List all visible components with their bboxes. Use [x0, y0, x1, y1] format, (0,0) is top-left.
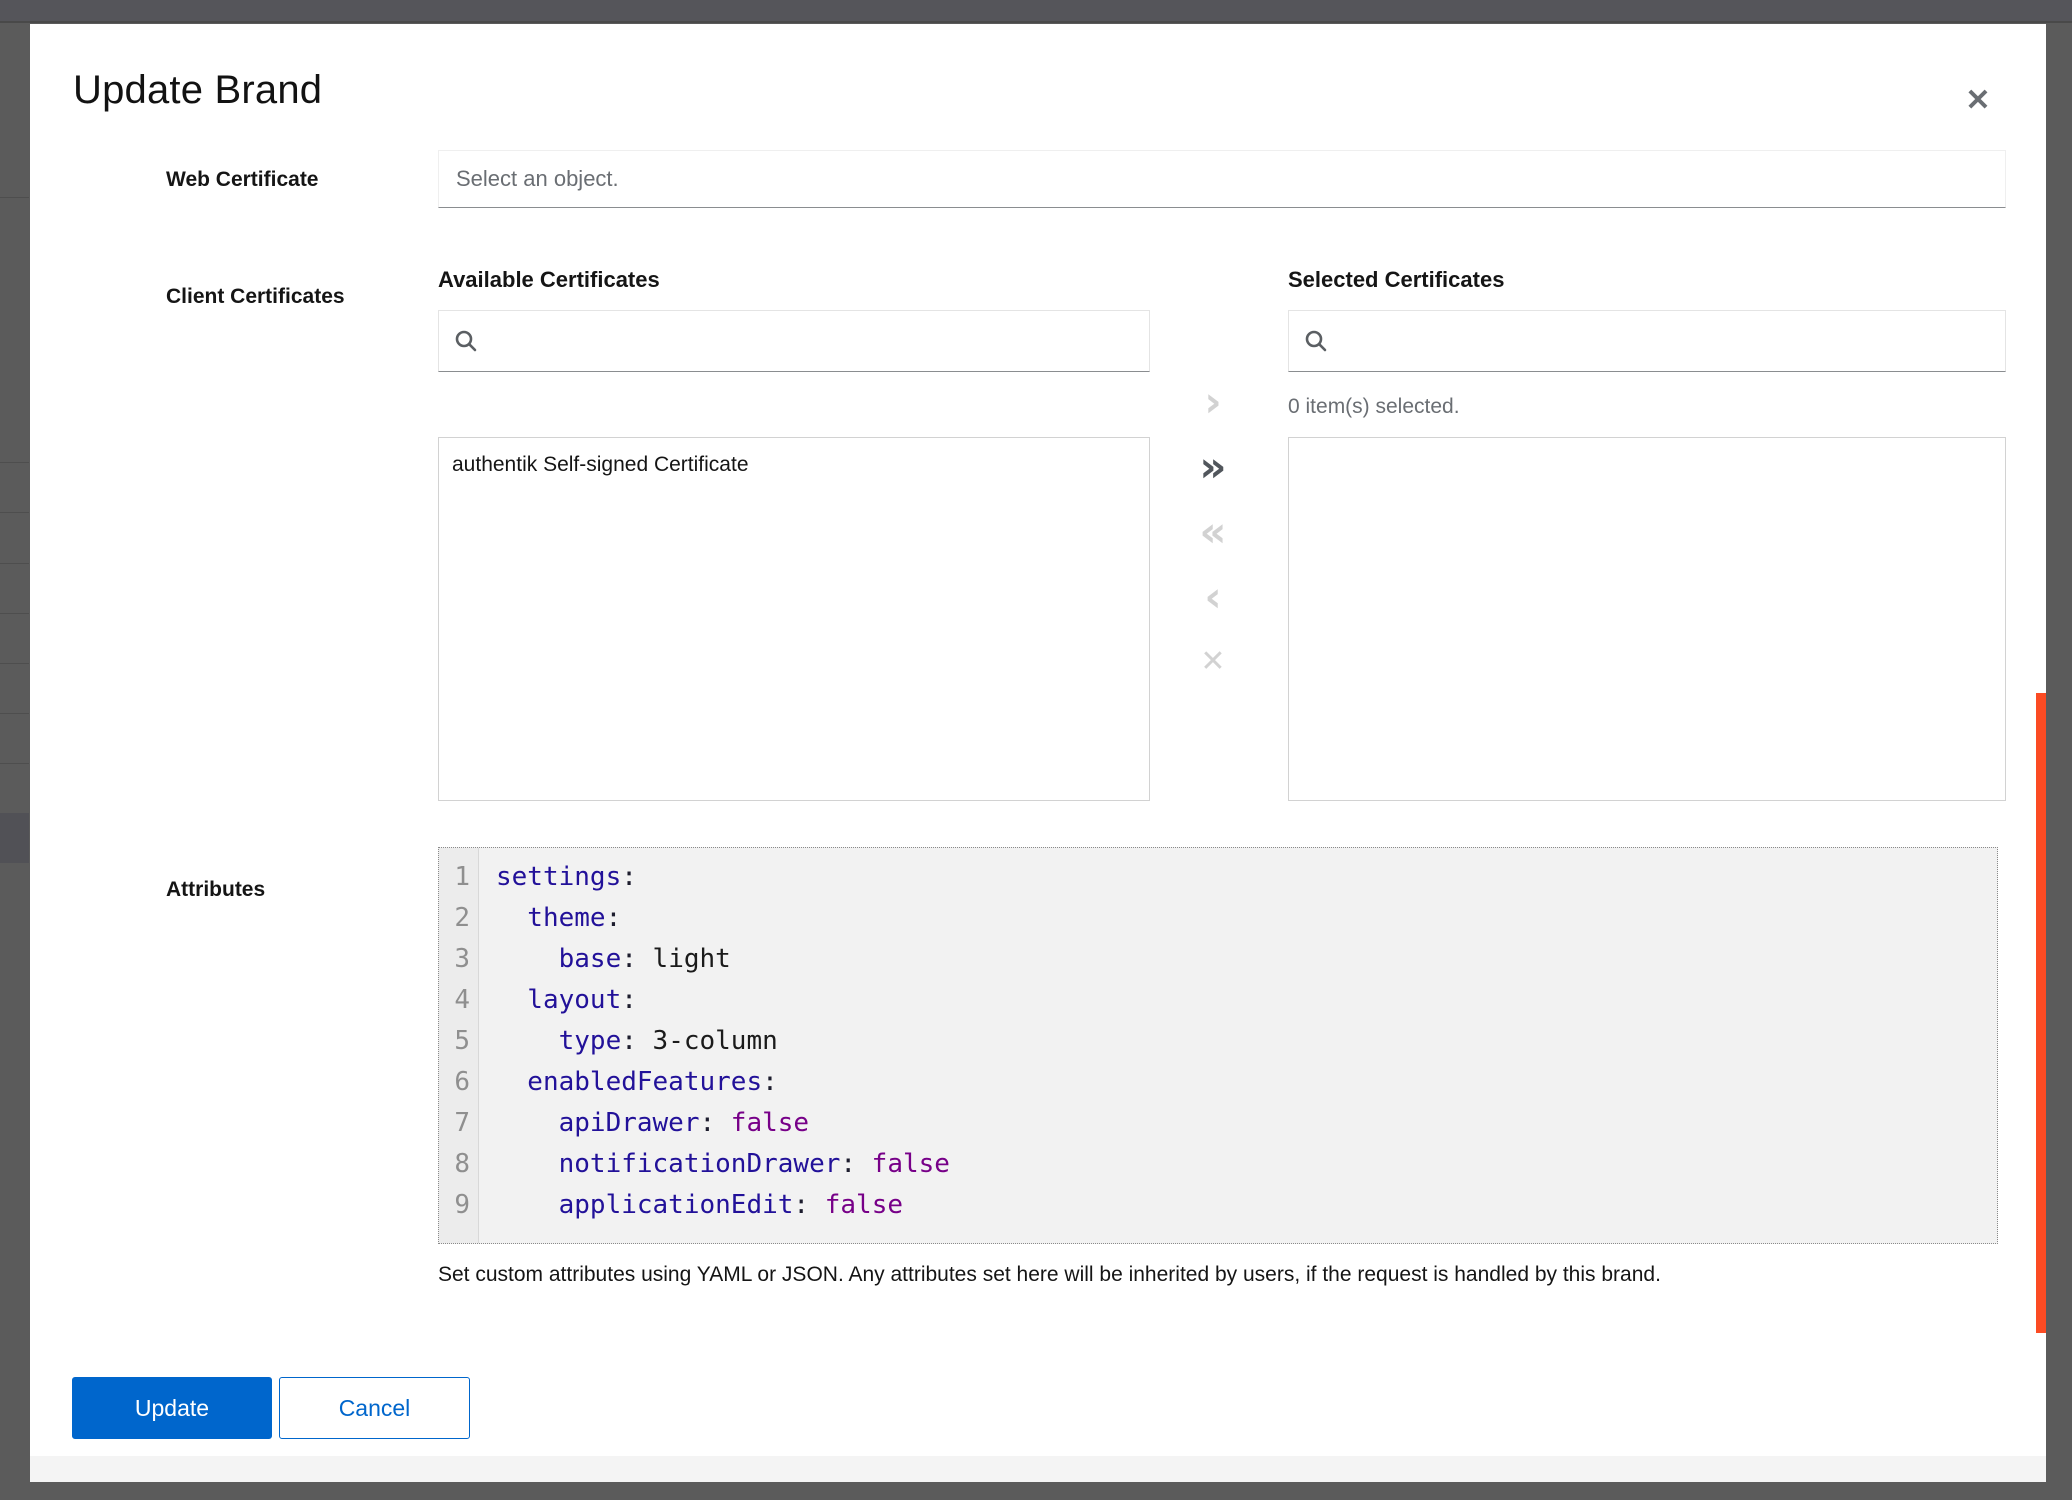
dimmed-page-divider [0, 197, 29, 198]
dimmed-page-divider [0, 462, 29, 463]
selected-list[interactable] [1288, 437, 2006, 801]
code-line: apiDrawer: false [496, 1103, 1997, 1144]
code-line: theme: [496, 898, 1997, 939]
line-number: 2 [439, 898, 470, 939]
dimmed-page-divider [0, 713, 29, 714]
line-number: 4 [439, 980, 470, 1021]
line-number: 1 [439, 857, 470, 898]
selected-search-box [1288, 310, 2006, 372]
available-list[interactable]: authentik Self-signed Certificate [438, 437, 1150, 801]
code-lines[interactable]: settings:theme:base: lightlayout:type: 3… [479, 848, 1997, 1243]
line-number: 8 [439, 1144, 470, 1185]
line-number: 3 [439, 939, 470, 980]
code-line: settings: [496, 857, 1997, 898]
modal-title: Update Brand [73, 68, 322, 113]
client-certificates-label: Client Certificates [166, 285, 345, 309]
code-line: type: 3-column [496, 1021, 1997, 1062]
attributes-code-editor[interactable]: 123456789 settings:theme:base: lightlayo… [438, 847, 1998, 1244]
web-certificate-select[interactable] [438, 150, 2006, 208]
move-all-left-icon[interactable]: « [1183, 502, 1243, 562]
dimmed-page-divider [0, 512, 29, 513]
dimmed-page-divider [0, 563, 29, 564]
line-number: 6 [439, 1062, 470, 1103]
available-certificate-item[interactable]: authentik Self-signed Certificate [439, 438, 1149, 492]
modal-scrollbar[interactable] [2036, 693, 2046, 1333]
code-line: applicationEdit: false [496, 1185, 1997, 1226]
code-line: notificationDrawer: false [496, 1144, 1997, 1185]
cancel-button[interactable]: Cancel [279, 1377, 470, 1439]
clear-selection-icon[interactable]: ✕ [1183, 632, 1243, 692]
code-line: layout: [496, 980, 1997, 1021]
available-certificates-heading: Available Certificates [438, 267, 660, 293]
line-number: 5 [439, 1021, 470, 1062]
close-icon[interactable]: ✕ [1952, 74, 2004, 126]
modal-bottom-shadow [30, 1456, 2046, 1482]
attributes-help-text: Set custom attributes using YAML or JSON… [438, 1261, 2018, 1289]
search-icon [1304, 329, 1328, 353]
available-search-box [438, 310, 1150, 372]
code-line: enabledFeatures: [496, 1062, 1997, 1103]
move-selected-left-icon[interactable]: ‹ [1183, 567, 1243, 627]
line-number: 7 [439, 1103, 470, 1144]
update-brand-modal: Update Brand ✕ Web Certificate Client Ce… [30, 24, 2046, 1456]
search-icon [454, 329, 478, 353]
update-button[interactable]: Update [72, 1377, 272, 1439]
attributes-label: Attributes [166, 878, 265, 902]
dimmed-page-divider [0, 613, 29, 614]
selected-count-status: 0 item(s) selected. [1288, 395, 1460, 419]
move-selected-right-icon[interactable]: › [1183, 372, 1243, 432]
selected-certificates-heading: Selected Certificates [1288, 267, 1504, 293]
dimmed-page-top-band [0, 0, 2072, 23]
line-number: 9 [439, 1185, 470, 1226]
selected-search-input[interactable] [1340, 320, 1990, 362]
dimmed-page-row [0, 813, 29, 863]
move-all-right-icon[interactable]: » [1183, 437, 1243, 497]
web-certificate-label: Web Certificate [166, 168, 319, 192]
dimmed-page-divider [0, 763, 29, 764]
transfer-controls: ›»«‹✕ [1183, 372, 1243, 692]
code-gutter: 123456789 [439, 848, 479, 1243]
dimmed-page-divider [0, 663, 29, 664]
code-line: base: light [496, 939, 1997, 980]
available-search-input[interactable] [490, 320, 1134, 362]
